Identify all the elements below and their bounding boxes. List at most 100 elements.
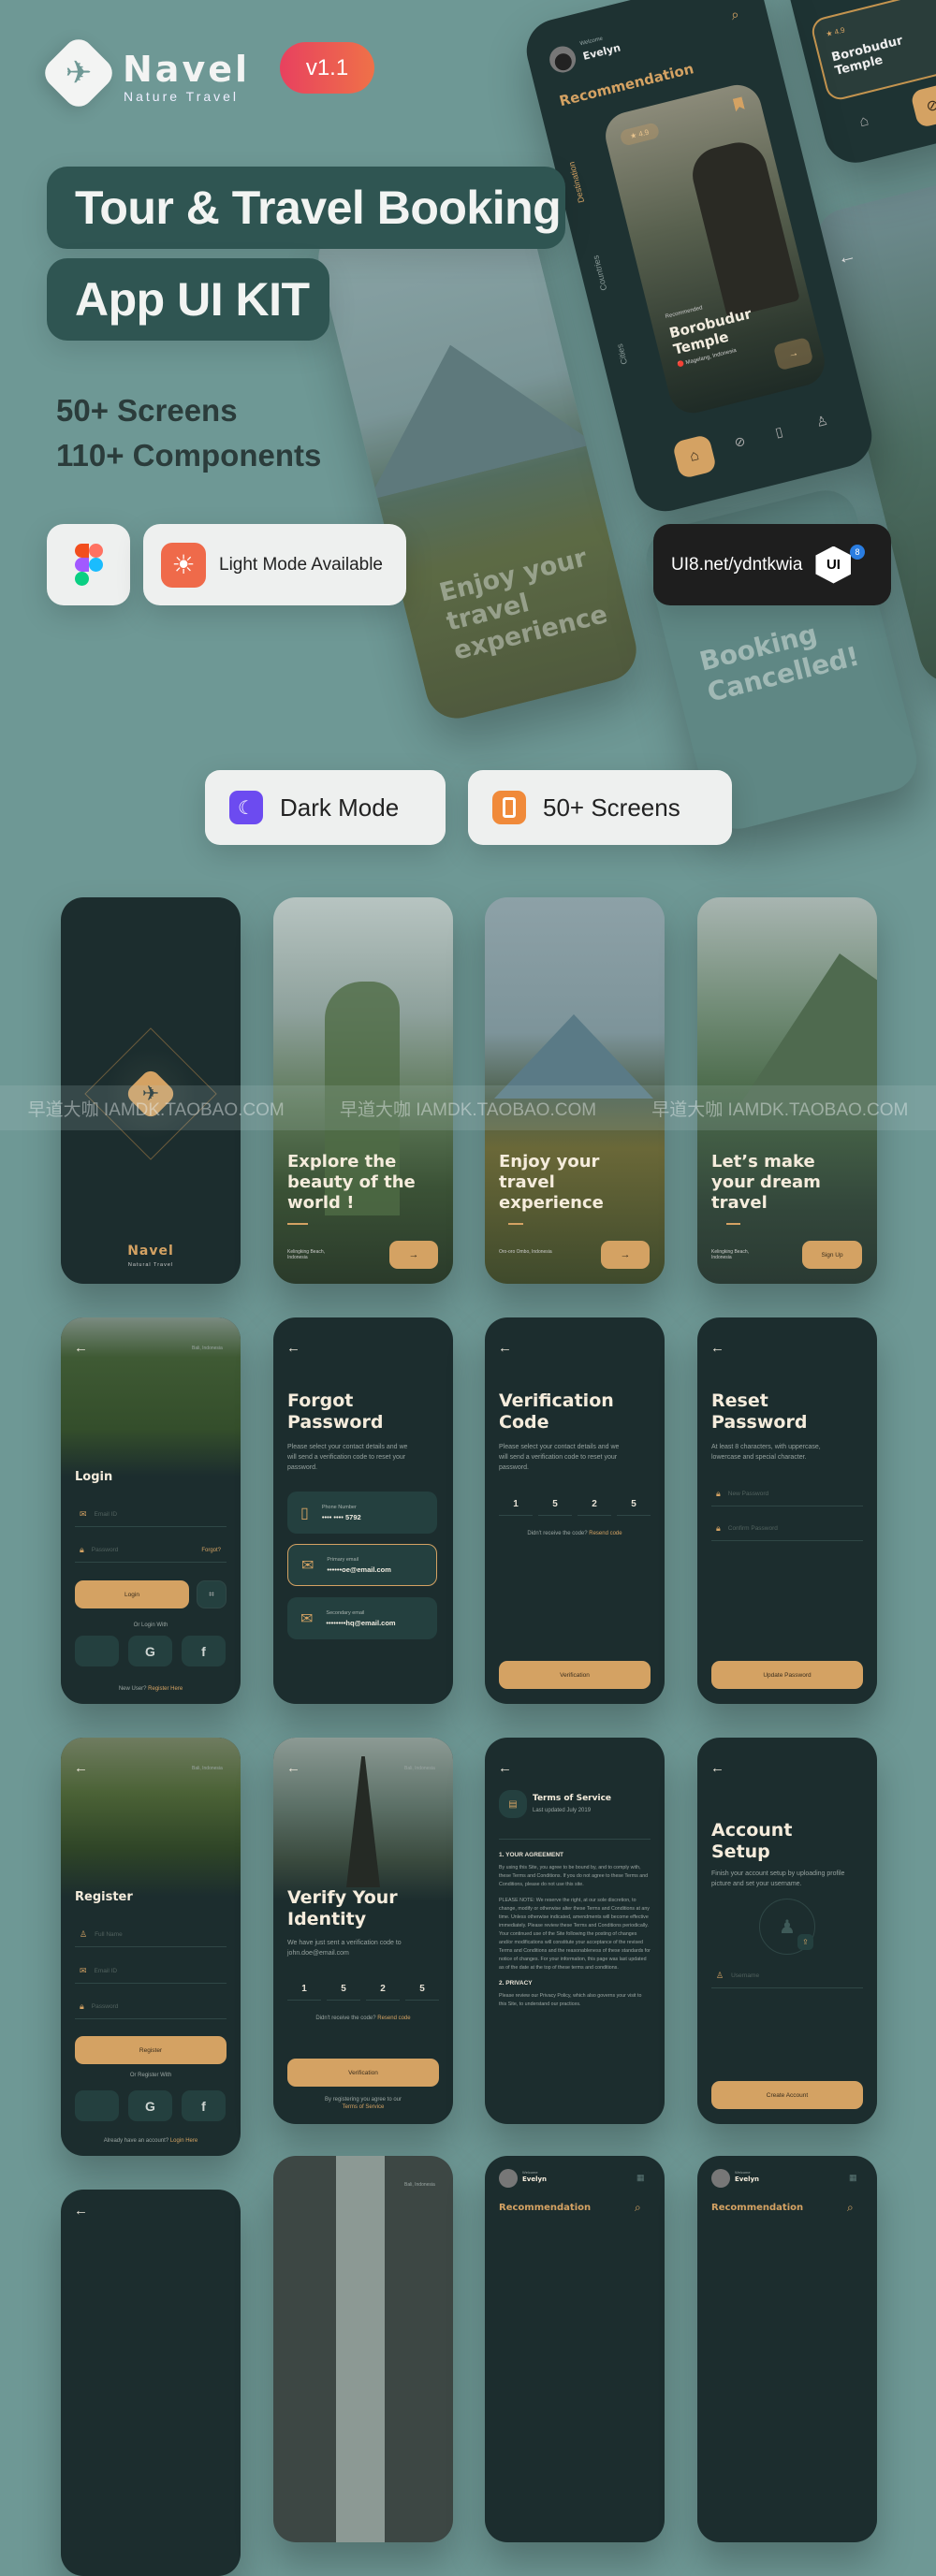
onboarding-location: Oro-oro Ombo, Indonesia bbox=[499, 1249, 552, 1255]
face-id-button[interactable]: ⌗ bbox=[197, 1580, 227, 1608]
back-arrow-icon[interactable]: ← bbox=[710, 1760, 724, 1776]
tab-countries[interactable]: Countries bbox=[591, 255, 608, 292]
primary-email-option[interactable]: ✉ Primary email ••••••oe@email.com bbox=[287, 1544, 437, 1586]
back-arrow-icon[interactable]: ← bbox=[74, 1760, 88, 1776]
upload-icon[interactable]: ⇪ bbox=[797, 1934, 813, 1950]
resend-link[interactable]: Resend code bbox=[377, 2016, 410, 2021]
mini-card-title: Borobudur Temple bbox=[829, 34, 905, 79]
recommendation-heading: Recommendation bbox=[499, 2203, 592, 2213]
back-arrow-icon[interactable]: ← bbox=[835, 245, 858, 270]
back-arrow-icon[interactable]: ← bbox=[710, 1340, 724, 1356]
moon-icon: ☾ bbox=[229, 791, 263, 824]
login-link[interactable]: Login Here bbox=[170, 2138, 197, 2144]
code-input[interactable]: 1525 bbox=[287, 1984, 439, 2001]
terms-screen: ← ▤ Terms of Service Last updated July 2… bbox=[485, 1738, 665, 2124]
forgot-title: Forgot Password bbox=[287, 1390, 384, 1433]
splash-tagline: Natural Travel bbox=[127, 1262, 174, 1268]
password-field[interactable]: 🔒︎ Password Forgot? bbox=[75, 1538, 227, 1563]
figma-tile bbox=[47, 524, 130, 605]
nav-profile-icon[interactable]: ♙ bbox=[814, 413, 829, 431]
facebook-login-button[interactable]: f bbox=[182, 2090, 226, 2121]
login-button[interactable]: Login bbox=[75, 1580, 189, 1608]
confirm-password-field[interactable]: 🔒︎ Confirm Password bbox=[711, 1517, 863, 1541]
register-link[interactable]: Register Here bbox=[148, 1686, 183, 1692]
home-icon[interactable]: ⌂ bbox=[857, 112, 870, 131]
login-screen: ← Bali, Indonesia Login ✉ Email ID 🔒︎ Pass… bbox=[61, 1317, 241, 1704]
hero-title-line2: App UI KIT bbox=[47, 258, 329, 341]
tab-cities[interactable]: Cities bbox=[615, 342, 629, 365]
back-arrow-icon[interactable]: ← bbox=[74, 2203, 88, 2219]
next-button[interactable]: → bbox=[389, 1241, 438, 1269]
verify-desc: We have just sent a verification code to… bbox=[287, 1940, 402, 1957]
statue-shape bbox=[686, 137, 800, 319]
screens-badge: 50+ Screens bbox=[468, 770, 732, 845]
grid-icon[interactable]: ▦ bbox=[636, 2173, 645, 2183]
compass-button[interactable]: ⊘ bbox=[910, 82, 936, 129]
search-icon[interactable]: ⌕ bbox=[635, 2201, 641, 2215]
nav-compass-icon[interactable]: ⊘ bbox=[733, 433, 747, 451]
verification-button[interactable]: Verification bbox=[287, 2059, 439, 2087]
page-indicator[interactable] bbox=[287, 1223, 308, 1225]
google-login-button[interactable]: G bbox=[128, 2090, 172, 2121]
update-password-button[interactable]: Update Password bbox=[711, 1661, 863, 1689]
avatar bbox=[499, 2169, 518, 2188]
bookmark-icon[interactable] bbox=[733, 96, 745, 111]
resend-link[interactable]: Resend code bbox=[589, 1531, 622, 1536]
search-icon[interactable]: ⌕ bbox=[729, 7, 740, 24]
page-indicator[interactable] bbox=[508, 1223, 523, 1225]
search-icon[interactable]: ⌕ bbox=[847, 2201, 854, 2215]
next-button[interactable]: → bbox=[601, 1241, 650, 1269]
new-password-field[interactable]: 🔒︎ New Password bbox=[711, 1482, 863, 1506]
verification-button[interactable]: Verification bbox=[499, 1661, 651, 1689]
register-button[interactable]: Register bbox=[75, 2036, 227, 2064]
recommendation-card[interactable]: ★ 4.9 Recommended Borobudur Temple 🔴 Mag… bbox=[600, 80, 830, 418]
email-field[interactable]: ✉ Email ID bbox=[75, 1503, 227, 1527]
card-arrow-button[interactable]: → bbox=[772, 336, 814, 371]
back-arrow-icon[interactable]: ← bbox=[74, 1340, 88, 1356]
back-arrow-icon[interactable]: ← bbox=[286, 1340, 300, 1356]
verification-code-screen: ← Verification Code Please select your c… bbox=[485, 1317, 665, 1704]
page-indicator[interactable] bbox=[726, 1223, 740, 1225]
apple-login-button[interactable] bbox=[75, 2090, 119, 2121]
ui8-link[interactable]: UI8.net/ydntkwia bbox=[671, 555, 802, 575]
account-title: Account Setup bbox=[711, 1820, 793, 1862]
apple-login-button[interactable] bbox=[75, 1636, 119, 1666]
terms-title: Terms of Service bbox=[533, 1794, 612, 1803]
phone-option[interactable]: ▯ Phone Number •••• •••• 5792 bbox=[287, 1492, 437, 1534]
secondary-email-option[interactable]: ✉ Secondary email ••••••••hq@email.com bbox=[287, 1597, 437, 1639]
username-field[interactable]: ♙ Username bbox=[711, 1964, 863, 1988]
nav-bookmark-icon[interactable]: ▯ bbox=[773, 424, 784, 441]
back-arrow-icon[interactable]: ← bbox=[286, 1760, 300, 1776]
create-account-button[interactable]: Create Account bbox=[711, 2081, 863, 2109]
reset-desc: At least 8 characters, with uppercase, l… bbox=[711, 1444, 821, 1461]
nav-home-button[interactable]: ⌂ bbox=[671, 433, 718, 480]
password-field[interactable]: 🔒︎ Password bbox=[75, 1995, 227, 2019]
forgot-link[interactable]: Forgot? bbox=[201, 1548, 221, 1553]
splash-name: Navel bbox=[127, 1244, 174, 1259]
facebook-login-button[interactable]: f bbox=[182, 1636, 226, 1666]
google-login-button[interactable]: G bbox=[128, 1636, 172, 1666]
back-arrow-icon[interactable]: ← bbox=[498, 1760, 512, 1776]
account-desc: Finish your account setup by uploading p… bbox=[711, 1870, 845, 1887]
verification-title: Verification Code bbox=[499, 1390, 614, 1433]
sign-up-button[interactable]: Sign Up bbox=[802, 1241, 862, 1269]
register-title: Register bbox=[75, 1890, 133, 1904]
ui8-link-badge[interactable]: UI8.net/ydntkwia UI 8 bbox=[653, 524, 891, 605]
code-input[interactable]: 1525 bbox=[499, 1499, 651, 1516]
landscape-text: Enjoy your travel experience bbox=[436, 543, 611, 666]
email-field[interactable]: ✉ Email ID bbox=[75, 1959, 227, 1984]
grid-icon[interactable]: ▦ bbox=[849, 2173, 857, 2183]
terms-link[interactable]: Terms of Service bbox=[343, 2104, 385, 2110]
mini-rating: ★ 4.9 bbox=[825, 25, 846, 39]
mini-recommendation-card[interactable]: ★ 4.9 Borobudur Temple bbox=[809, 0, 936, 103]
recommendation-heading: Recommendation bbox=[711, 2203, 804, 2213]
forgot-password-screen: ← Forgot Password Please select your con… bbox=[273, 1317, 453, 1704]
tab-destination[interactable]: Destination bbox=[567, 161, 587, 204]
back-arrow-icon[interactable]: ← bbox=[498, 1340, 512, 1356]
account-setup-screen: ← Account Setup Finish your account setu… bbox=[697, 1738, 877, 2124]
full-name-field[interactable]: ♙ Full Name bbox=[75, 1923, 227, 1947]
onboarding-location: Kelingking Beach, Indonesia bbox=[711, 1249, 750, 1260]
version-badge: v1.1 bbox=[280, 42, 374, 94]
mail-icon: ✉ bbox=[300, 1610, 314, 1627]
light-mode-badge: ☀ Light Mode Available bbox=[143, 524, 406, 605]
